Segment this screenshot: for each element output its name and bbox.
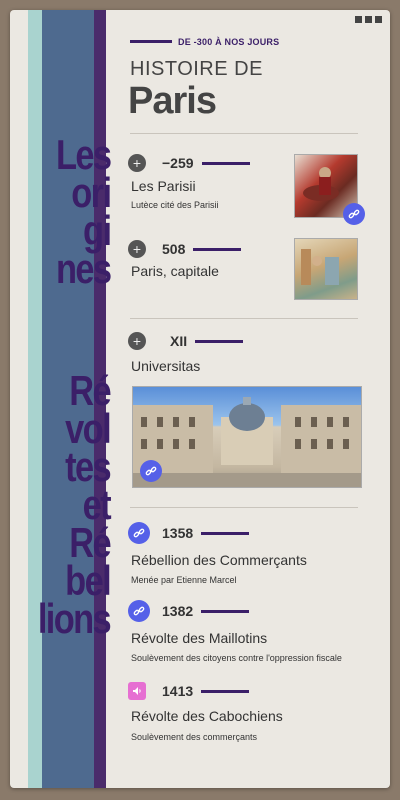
timeline-year-row: + −259 — [128, 154, 250, 172]
timeline-year-row: 1358 — [128, 522, 250, 544]
timeline-event-title: Universitas — [131, 358, 201, 374]
page-title: Paris — [128, 80, 217, 122]
year-rule — [201, 609, 250, 613]
timeline-card: Les ori gi nes Ré vol tes et Ré bel lion… — [10, 10, 390, 788]
sorbonne-courtyard-image — [132, 386, 362, 488]
year-rule — [195, 339, 244, 343]
era-label: DE -300 À NOS JOURS — [178, 37, 280, 47]
timeline-year: 508 — [162, 241, 186, 257]
timeline-year: 1358 — [162, 525, 194, 541]
link-icon[interactable] — [128, 600, 150, 622]
section-label-line: lions — [37, 595, 112, 642]
link-icon[interactable] — [140, 460, 162, 482]
link-icon[interactable] — [128, 522, 150, 544]
divider — [130, 318, 358, 319]
timeline-event-subtitle: Lutèce cité des Parisii — [131, 200, 219, 210]
timeline-year: −259 — [162, 155, 194, 171]
year-rule — [193, 247, 242, 251]
year-rule — [201, 689, 250, 693]
section-label-line: nes — [55, 245, 112, 292]
timeline-year: 1382 — [162, 603, 194, 619]
plus-icon[interactable]: + — [128, 332, 146, 350]
timeline-event-subtitle: Menée par Etienne Marcel — [131, 575, 237, 585]
timeline-year-row: + 508 — [128, 240, 242, 258]
link-icon[interactable] — [343, 203, 365, 225]
timeline-year-row: 1413 — [128, 682, 250, 700]
timeline-event-title: Révolte des Maillotins — [131, 630, 268, 646]
timeline-event-subtitle: Soulèvement des citoyens contre l'oppres… — [131, 653, 342, 663]
timeline-event-title: Paris, capitale — [131, 263, 219, 279]
divider — [130, 507, 358, 508]
plus-icon[interactable]: + — [128, 154, 146, 172]
year-rule — [201, 161, 250, 165]
timeline-event-title: Les Parisii — [131, 178, 196, 194]
menu-icon[interactable] — [355, 16, 382, 23]
header-rule — [130, 40, 172, 43]
timeline-event-title: Rébellion des Commerçants — [131, 552, 307, 568]
paris-capital-image — [294, 238, 358, 300]
timeline-year-row: + XII — [128, 332, 244, 350]
speaker-icon[interactable] — [128, 682, 146, 700]
page-pretitle: HISTOIRE DE — [130, 58, 263, 80]
timeline-year: 1413 — [162, 683, 194, 699]
timeline-year: XII — [170, 333, 188, 349]
year-rule — [201, 531, 250, 535]
plus-icon[interactable]: + — [128, 240, 146, 258]
timeline-event-title: Révolte des Cabochiens — [131, 708, 283, 724]
divider — [130, 133, 358, 134]
timeline-event-subtitle: Soulèvement des commerçants — [131, 732, 258, 742]
section-label-origins: Les ori gi nes — [55, 134, 112, 292]
timeline-year-row: 1382 — [128, 600, 250, 622]
section-label-revolts: Ré vol tes et Ré bel lions — [37, 370, 112, 642]
